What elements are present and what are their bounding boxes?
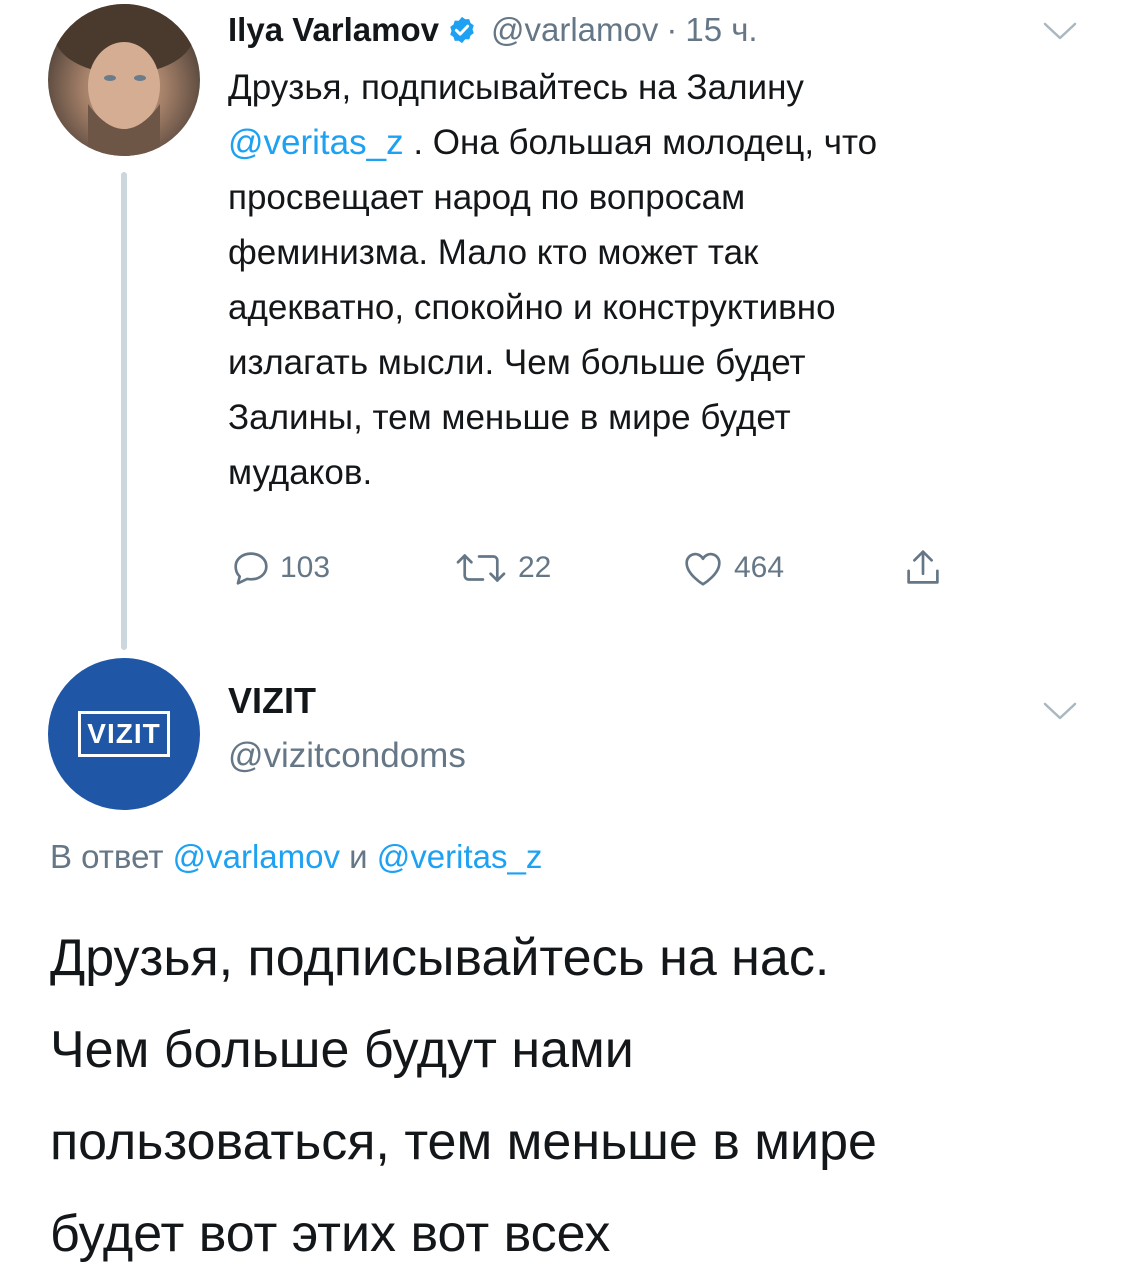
tweet-text-line: пользоваться, тем меньше в мире: [50, 1113, 877, 1171]
author-handle[interactable]: @varlamov: [491, 11, 658, 49]
tweet-text-line: Залины, тем меньше в мире будет: [228, 398, 791, 437]
tweet-text-line: Друзья, подписывайтесь на Залину: [228, 68, 804, 107]
chevron-down-icon[interactable]: [1042, 700, 1078, 722]
retweet-count: 22: [518, 551, 552, 584]
tweet1-header: Ilya Varlamov @varlamov · 15 ч.: [228, 8, 758, 52]
reply-conjunction: и: [340, 838, 377, 875]
separator-dot: ·: [666, 11, 678, 48]
like-button[interactable]: 464: [678, 540, 784, 596]
mention-link-veritas[interactable]: @veritas_z: [228, 123, 404, 162]
verified-badge-icon: [447, 15, 477, 45]
author-name[interactable]: VIZIT: [228, 680, 316, 722]
reply-prefix: В ответ: [50, 838, 173, 875]
reply-icon: [228, 545, 274, 591]
author-handle[interactable]: @vizitcondoms: [228, 736, 466, 776]
tweet-text-line: феминизма. Мало кто может так: [228, 233, 759, 272]
tweet-text-line: будет вот этих вот всех: [50, 1205, 611, 1263]
author-avatar-varlamov[interactable]: [48, 4, 200, 156]
tweet-text-fragment: . Она большая молодец, что: [403, 123, 878, 162]
tweet-text-line: адекватно, спокойно и конструктивно: [228, 288, 836, 327]
mention-link-varlamov[interactable]: @varlamov: [173, 838, 340, 875]
reply-button[interactable]: 103: [228, 540, 330, 596]
tweet-text-line: @veritas_z . Она большая молодец, что: [228, 115, 1088, 170]
tweet-timestamp[interactable]: 15 ч.: [685, 11, 757, 49]
like-icon: [678, 545, 728, 591]
tweet-text-line: просвещает народ по вопросам: [228, 178, 746, 217]
share-button[interactable]: [900, 540, 946, 596]
author-name[interactable]: Ilya Varlamov: [228, 11, 439, 49]
tweet-text-line: Друзья, подписывайтесь на нас.: [50, 929, 830, 987]
tweet1-text: Друзья, подписывайтесь на Залину @verita…: [228, 60, 1088, 500]
share-icon: [900, 545, 946, 591]
retweet-icon: [450, 545, 512, 591]
reply-count: 103: [280, 551, 331, 584]
author-avatar-vizit[interactable]: VIZIT: [48, 658, 200, 810]
tweet-actions-bar: 103 22 464: [228, 540, 988, 596]
tweet-text-line: мудаков.: [228, 453, 373, 492]
reply-context: В ответ @varlamov и @veritas_z: [50, 838, 542, 876]
tweet2-text: Друзья, подписывайтесь на нас. Чем больш…: [50, 912, 1090, 1280]
avatar-photo: [54, 4, 194, 156]
like-count: 464: [734, 551, 785, 584]
thread-connector-line: [121, 172, 127, 650]
chevron-down-icon[interactable]: [1042, 20, 1078, 42]
vizit-logo: VIZIT: [78, 711, 170, 757]
mention-link-veritas[interactable]: @veritas_z: [377, 838, 543, 875]
retweet-button[interactable]: 22: [450, 540, 551, 596]
tweet-text-line: излагать мысли. Чем больше будет: [228, 343, 806, 382]
tweet-text-line: Чем больше будут нами: [50, 1021, 634, 1079]
